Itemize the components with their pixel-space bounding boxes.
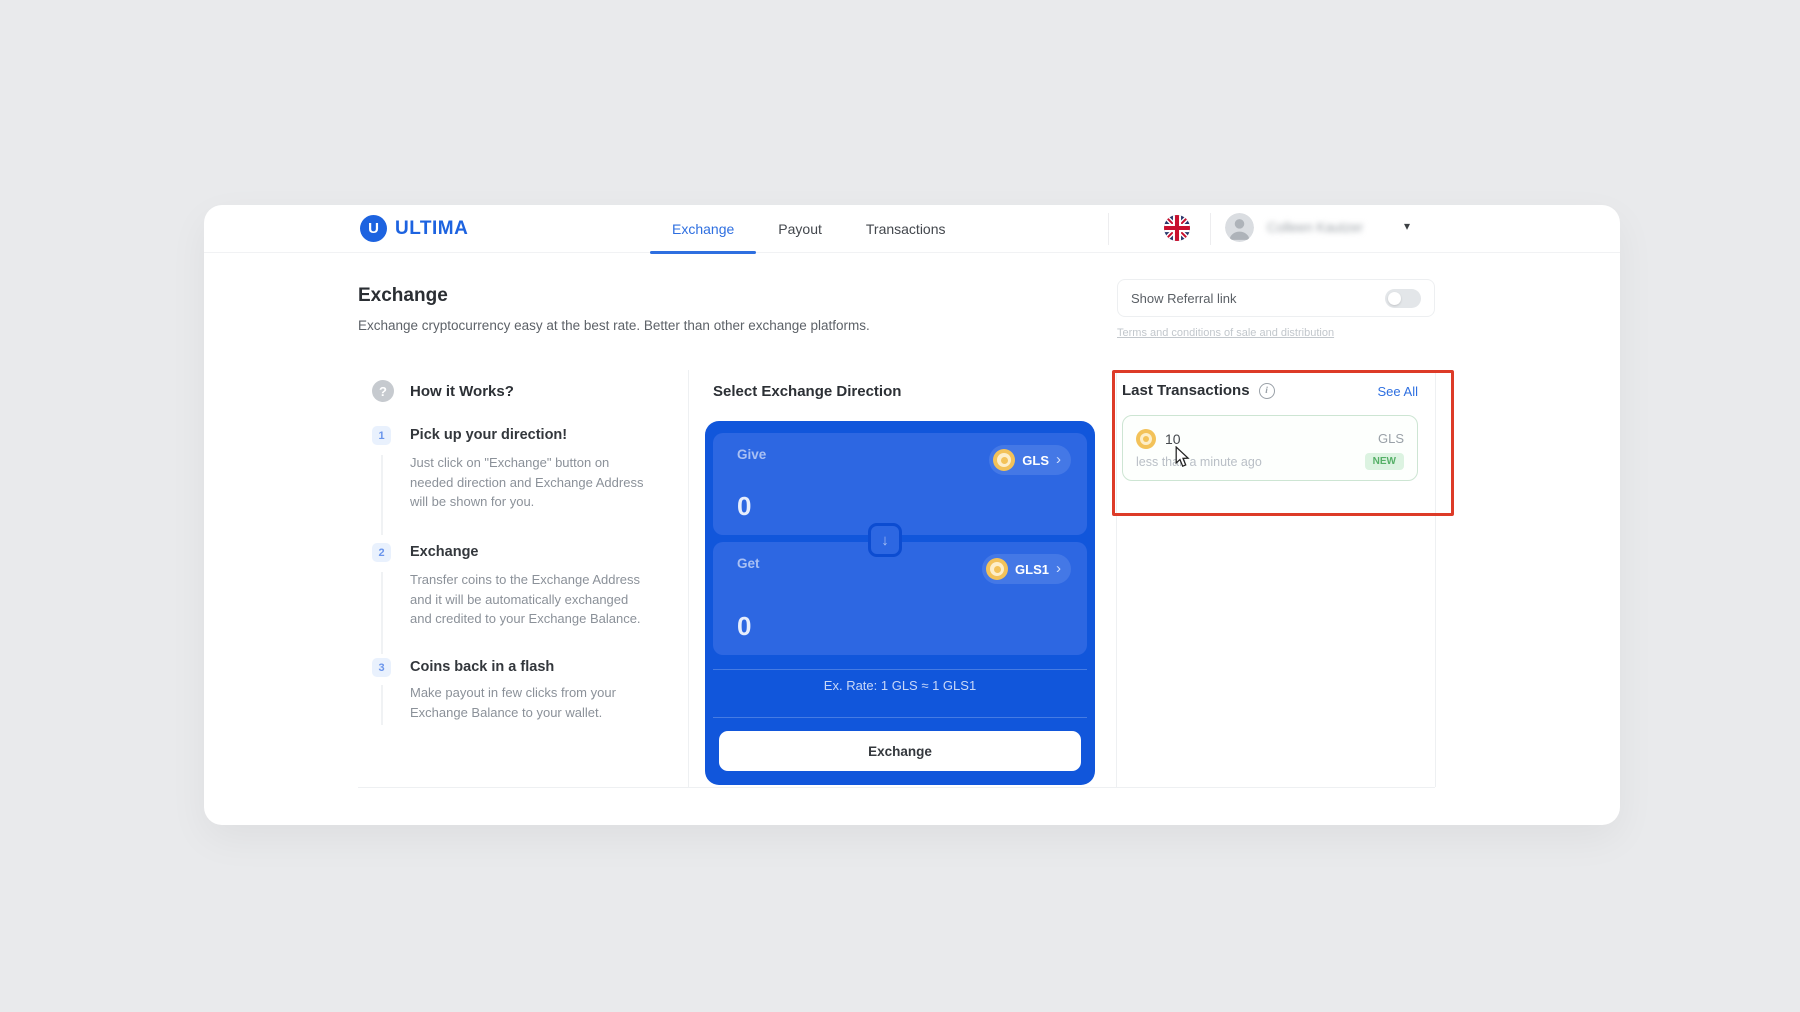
exchange-rate: Ex. Rate: 1 GLS ≈ 1 GLS1 [823, 678, 977, 693]
exchange-widget: Give GLS › 0 ↓ Get GLS1 › 0 Ex. Rate: 1 … [705, 421, 1095, 785]
gls-coin-icon [993, 449, 1016, 471]
gls1-coin-icon [986, 558, 1009, 580]
step-1-title: Pick up your direction! [410, 427, 568, 443]
main-nav: Exchange Payout Transactions [650, 205, 968, 254]
last-transactions-header: Last Transactions i [1122, 382, 1275, 399]
step-1-badge: 1 [372, 426, 391, 445]
chevron-right-icon: › [1056, 559, 1061, 577]
step-connector [381, 685, 383, 725]
header-divider [1108, 213, 1109, 245]
step-2-description: Transfer coins to the Exchange Address a… [410, 570, 678, 629]
last-transactions-heading: Last Transactions [1122, 382, 1250, 399]
give-amount-input[interactable]: 0 [737, 491, 751, 522]
toggle-knob [1388, 291, 1401, 305]
see-all-link[interactable]: See All [1378, 384, 1418, 399]
brand-logo[interactable]: U ULTIMA [360, 215, 468, 242]
get-panel: Get GLS1 › 0 [713, 542, 1087, 655]
step-2-badge: 2 [372, 543, 391, 562]
get-currency-label: GLS1 [1015, 561, 1049, 577]
main-card: U ULTIMA Exchange Payout Transactions Co… [204, 205, 1620, 825]
chevron-down-icon[interactable]: ▾ [1404, 219, 1410, 233]
page-subtitle: Exchange cryptocurrency easy at the best… [358, 318, 870, 333]
help-icon: ? [372, 380, 394, 402]
step-3-badge: 3 [372, 658, 391, 677]
referral-label: Show Referral link [1131, 290, 1237, 306]
transaction-currency: GLS [1377, 431, 1404, 446]
give-label: Give [737, 447, 767, 462]
give-currency-label: GLS [1022, 452, 1049, 468]
step-1-description: Just click on "Exchange" button on neede… [410, 453, 678, 512]
user-avatar[interactable] [1225, 213, 1254, 242]
new-badge: NEW [1364, 453, 1404, 470]
desc-line: Exchange Balance to your wallet. [410, 704, 603, 720]
step-2-title: Exchange [410, 544, 479, 560]
chevron-right-icon: › [1056, 450, 1061, 468]
header: U ULTIMA Exchange Payout Transactions Co… [204, 205, 1620, 254]
page-title: Exchange [358, 285, 448, 306]
desc-line: Just click on "Exchange" button on [410, 455, 610, 470]
desc-line: needed direction and Exchange Address [410, 474, 644, 490]
rate-divider [713, 669, 1087, 670]
get-label: Get [737, 556, 760, 571]
tab-exchange[interactable]: Exchange [650, 205, 757, 254]
get-currency-selector[interactable]: GLS1 › [982, 554, 1071, 584]
exchange-button[interactable]: Exchange [719, 731, 1081, 771]
get-amount-value: 0 [737, 611, 752, 641]
info-icon[interactable]: i [1258, 382, 1275, 399]
give-panel: Give GLS › 0 [713, 433, 1087, 535]
ultima-logo-icon: U [360, 215, 387, 242]
step-3-title: Coins back in a flash [410, 659, 555, 675]
desc-line: will be shown for you. [410, 494, 535, 509]
transaction-item[interactable]: 10 GLS less than a minute ago NEW [1122, 415, 1418, 481]
referral-link-box: Show Referral link [1117, 279, 1435, 317]
gls-coin-icon [1136, 429, 1156, 449]
section-divider [358, 787, 1435, 788]
referral-toggle[interactable] [1385, 288, 1421, 308]
column-divider [1116, 370, 1117, 787]
transaction-time: less than a minute ago [1136, 455, 1262, 469]
desc-line: Make payout in few clicks from your [410, 685, 616, 700]
desc-line: Transfer coins to the Exchange Address [410, 572, 641, 587]
how-it-works-heading: How it Works? [410, 383, 514, 400]
user-name[interactable]: Colleen Kautzer [1267, 220, 1397, 235]
desc-line: and it will be automatically exchanged [410, 591, 629, 607]
give-currency-selector[interactable]: GLS › [989, 445, 1071, 475]
rate-divider [713, 717, 1087, 718]
language-selector[interactable] [1164, 215, 1190, 241]
column-divider [688, 370, 689, 787]
brand-name: ULTIMA [395, 217, 469, 239]
exchange-direction-heading: Select Exchange Direction [713, 383, 902, 400]
transaction-amount: 10 [1165, 431, 1181, 447]
terms-link[interactable]: Terms and conditions of sale and distrib… [1117, 327, 1334, 339]
tab-transactions[interactable]: Transactions [844, 205, 968, 253]
step-connector [381, 572, 383, 654]
column-divider [1435, 370, 1436, 787]
person-icon [1225, 213, 1254, 242]
uk-flag-icon [1164, 215, 1190, 241]
desc-line: and credited to your Exchange Balance. [410, 611, 641, 626]
app-background: U ULTIMA Exchange Payout Transactions Co… [0, 0, 1800, 1012]
swap-direction-button[interactable]: ↓ [868, 523, 902, 557]
step-connector [381, 455, 383, 535]
header-divider [1210, 213, 1211, 245]
step-3-description: Make payout in few clicks from your Exch… [410, 683, 678, 722]
tab-payout[interactable]: Payout [756, 205, 844, 253]
arrow-down-icon: ↓ [881, 531, 889, 549]
